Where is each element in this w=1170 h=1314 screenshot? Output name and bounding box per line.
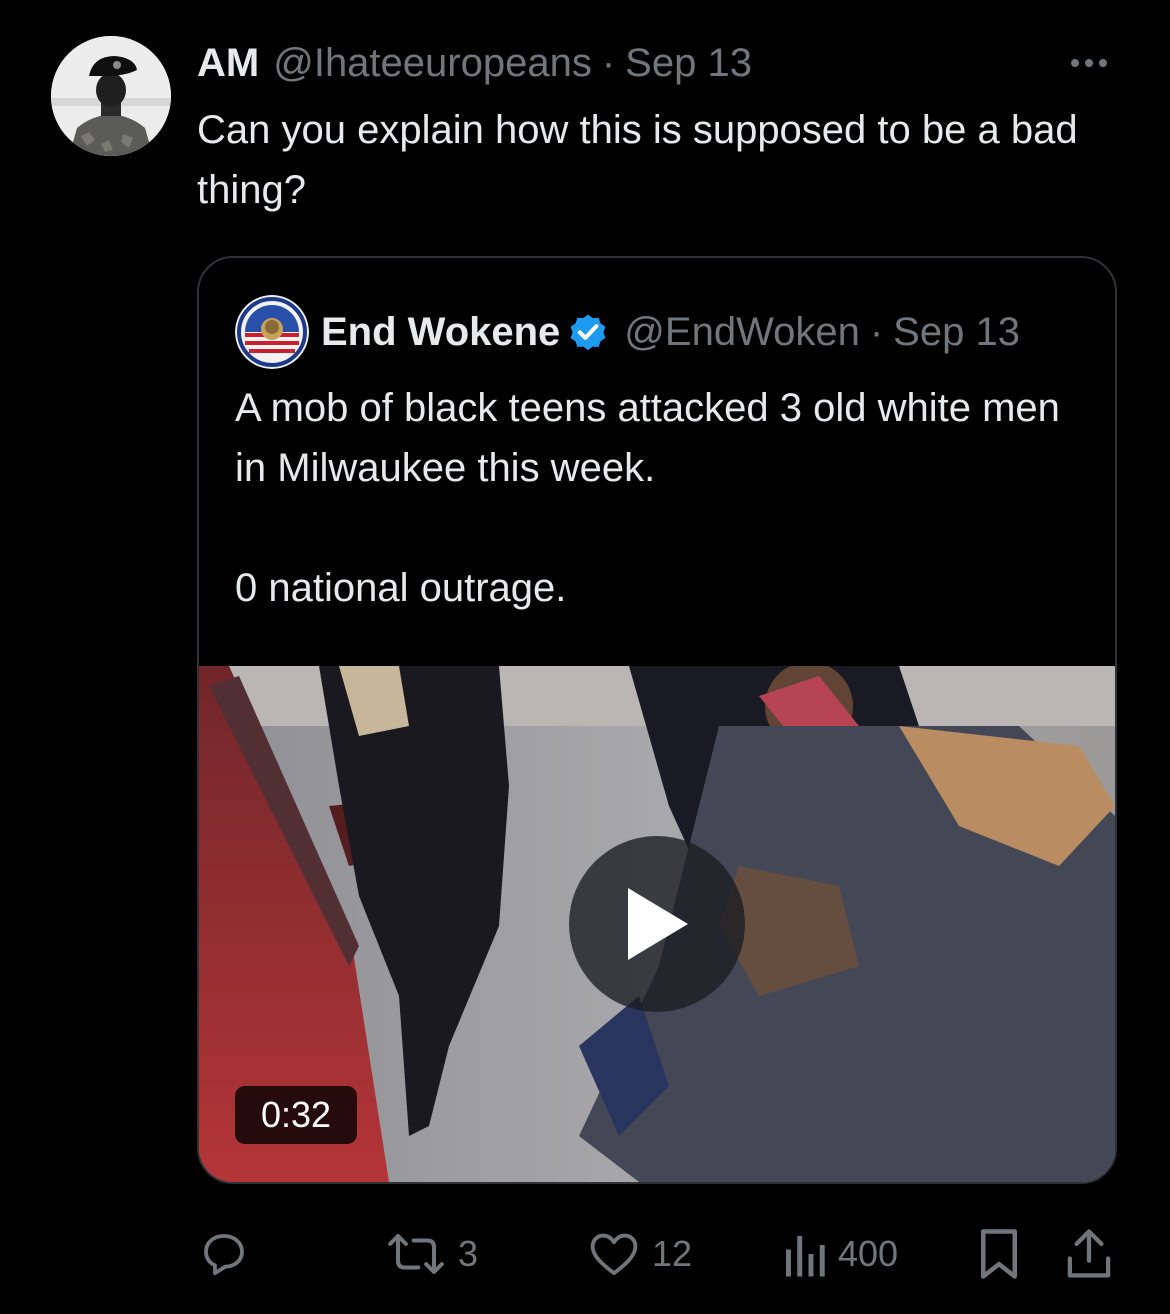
bookmark-button[interactable] <box>976 1222 1022 1286</box>
views-button[interactable]: 400 <box>780 1222 898 1286</box>
quoted-timestamp[interactable]: Sep 13 <box>893 310 1020 355</box>
quoted-author-handle[interactable]: @EndWoken <box>624 310 860 355</box>
bar-chart-icon <box>786 1236 825 1277</box>
views-count: 400 <box>838 1233 899 1274</box>
retweet-button[interactable]: 3 <box>384 1222 478 1286</box>
retweet-count: 3 <box>458 1233 479 1274</box>
tweet-header: AM @Ihateeuropeans · Sep 13 <box>197 38 752 88</box>
heart-icon <box>590 1233 638 1276</box>
separator-dot: · <box>869 309 884 354</box>
quoted-text-line: 0 national outrage. <box>235 566 567 610</box>
share-button[interactable] <box>1064 1222 1114 1286</box>
reply-button[interactable] <box>197 1222 261 1286</box>
author-name[interactable]: AM <box>197 41 259 86</box>
retweet-icon <box>388 1233 444 1275</box>
action-bar: 3 12 400 <box>0 1222 1170 1286</box>
timestamp[interactable]: Sep 13 <box>625 41 752 86</box>
share-icon <box>1067 1229 1111 1278</box>
verified-badge-icon <box>570 314 606 351</box>
like-button[interactable]: 12 <box>586 1222 692 1286</box>
reply-icon <box>204 1234 244 1276</box>
author-avatar[interactable] <box>51 36 171 156</box>
more-options-icon[interactable] <box>1062 48 1116 78</box>
quoted-author-avatar[interactable] <box>235 295 309 369</box>
play-icon <box>628 888 688 960</box>
author-handle[interactable]: @Ihateeuropeans <box>273 41 592 86</box>
like-count: 12 <box>652 1233 693 1274</box>
separator-dot: · <box>601 40 616 85</box>
tweet[interactable]: AM @Ihateeuropeans · Sep 13 Can you expl… <box>0 0 1170 1314</box>
tweet-text: Can you explain how this is supposed to … <box>197 108 1078 212</box>
video-duration: 0:32 <box>235 1086 358 1144</box>
video-player[interactable]: 0:32 <box>199 666 1115 1182</box>
quoted-text-line: A mob of black teens attacked 3 old whit… <box>235 386 1060 490</box>
play-button[interactable] <box>569 836 745 1012</box>
quoted-author-name[interactable]: End Wokene <box>321 310 560 355</box>
quoted-tweet-text: A mob of black teens attacked 3 old whit… <box>235 378 1095 618</box>
bookmark-icon <box>981 1229 1017 1279</box>
quoted-tweet-header: End Wokene @EndWoken · Sep 13 <box>235 295 1020 369</box>
quoted-tweet-card[interactable]: End Wokene @EndWoken · Sep 13 A mob of b… <box>197 256 1117 1184</box>
